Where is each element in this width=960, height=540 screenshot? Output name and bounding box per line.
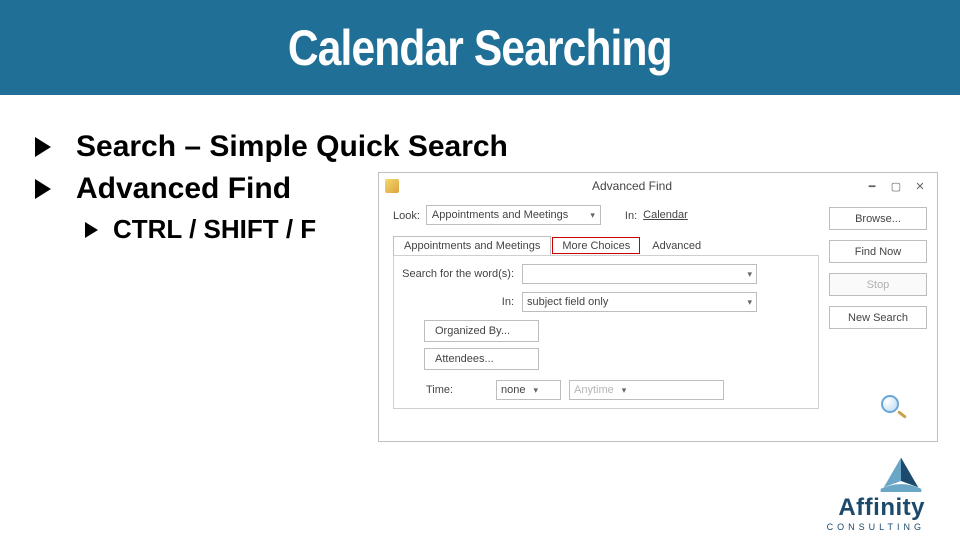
triangle-bullet-icon: [85, 222, 98, 238]
side-buttons: Browse... Find Now Stop New Search: [829, 207, 927, 329]
sub-bullet-1-text: CTRL / SHIFT / F: [113, 214, 316, 245]
new-search-button[interactable]: New Search: [829, 306, 927, 329]
window-title: Advanced Find: [403, 179, 861, 193]
search-input[interactable]: ▾: [522, 264, 757, 284]
window-titlebar: Advanced Find ━ ▢ ✕: [379, 173, 937, 199]
in-field-label: In:: [402, 296, 522, 308]
tab-advanced[interactable]: Advanced: [641, 236, 712, 255]
organized-by-button[interactable]: Organized By...: [424, 320, 539, 342]
chevron-down-icon: ▾: [533, 385, 538, 396]
organized-by-label: Organized By...: [435, 325, 510, 337]
search-words-row: Search for the word(s): ▾: [402, 264, 810, 284]
bullet-1-text: Search – Simple Quick Search: [76, 130, 508, 164]
brand-logo: Affinity CONSULTING: [827, 456, 925, 532]
time-label: Time:: [426, 384, 488, 396]
chevron-down-icon: ▾: [622, 385, 627, 396]
search-panel: Search for the word(s): ▾ In: subject fi…: [393, 255, 819, 409]
brand-name: Affinity: [827, 494, 925, 522]
time-value: none: [501, 384, 525, 396]
in-field-value: subject field only: [527, 296, 608, 308]
brand-sub: CONSULTING: [827, 522, 925, 532]
in-label: In:: [625, 208, 637, 222]
magnifier-icon: [879, 393, 909, 423]
in-field-select[interactable]: subject field only ▾: [522, 292, 757, 312]
triangle-bullet-icon: [35, 179, 51, 199]
attendees-label: Attendees...: [435, 353, 494, 365]
chevron-down-icon: ▾: [584, 206, 595, 224]
time-select[interactable]: none ▾: [496, 380, 561, 400]
chevron-down-icon: ▾: [747, 297, 752, 308]
title-bar: Calendar Searching: [0, 0, 960, 95]
chevron-down-icon: ▾: [747, 269, 752, 280]
app-icon: [385, 179, 399, 193]
slide-title: Calendar Searching: [288, 19, 672, 77]
look-value: Appointments and Meetings: [432, 206, 568, 224]
stop-button[interactable]: Stop: [829, 273, 927, 296]
triangle-bullet-icon: [35, 137, 51, 157]
browse-button[interactable]: Browse...: [829, 207, 927, 230]
time-range-select[interactable]: Anytime ▾: [569, 380, 724, 400]
time-range-value: Anytime: [574, 384, 614, 396]
close-button[interactable]: ✕: [909, 177, 931, 195]
in-field-row: In: subject field only ▾: [402, 292, 810, 312]
in-value-link[interactable]: Calendar: [643, 209, 819, 221]
look-label: Look:: [393, 208, 420, 222]
find-now-button[interactable]: Find Now: [829, 240, 927, 263]
advanced-find-window: Advanced Find ━ ▢ ✕ Look: Appointments a…: [378, 172, 938, 442]
minimize-button[interactable]: ━: [861, 177, 883, 195]
time-row: Time: none ▾ Anytime ▾: [402, 380, 810, 400]
look-select[interactable]: Appointments and Meetings ▾: [426, 205, 601, 225]
bullet-1: Search – Simple Quick Search: [35, 130, 535, 164]
search-label: Search for the word(s):: [402, 268, 522, 280]
sail-icon: [877, 456, 925, 492]
tab-appointments[interactable]: Appointments and Meetings: [393, 236, 551, 255]
window-controls: ━ ▢ ✕: [861, 177, 931, 195]
tab-more-choices[interactable]: More Choices: [551, 236, 641, 255]
maximize-button[interactable]: ▢: [885, 177, 907, 195]
attendees-button[interactable]: Attendees...: [424, 348, 539, 370]
bullet-2-text: Advanced Find: [76, 172, 291, 206]
